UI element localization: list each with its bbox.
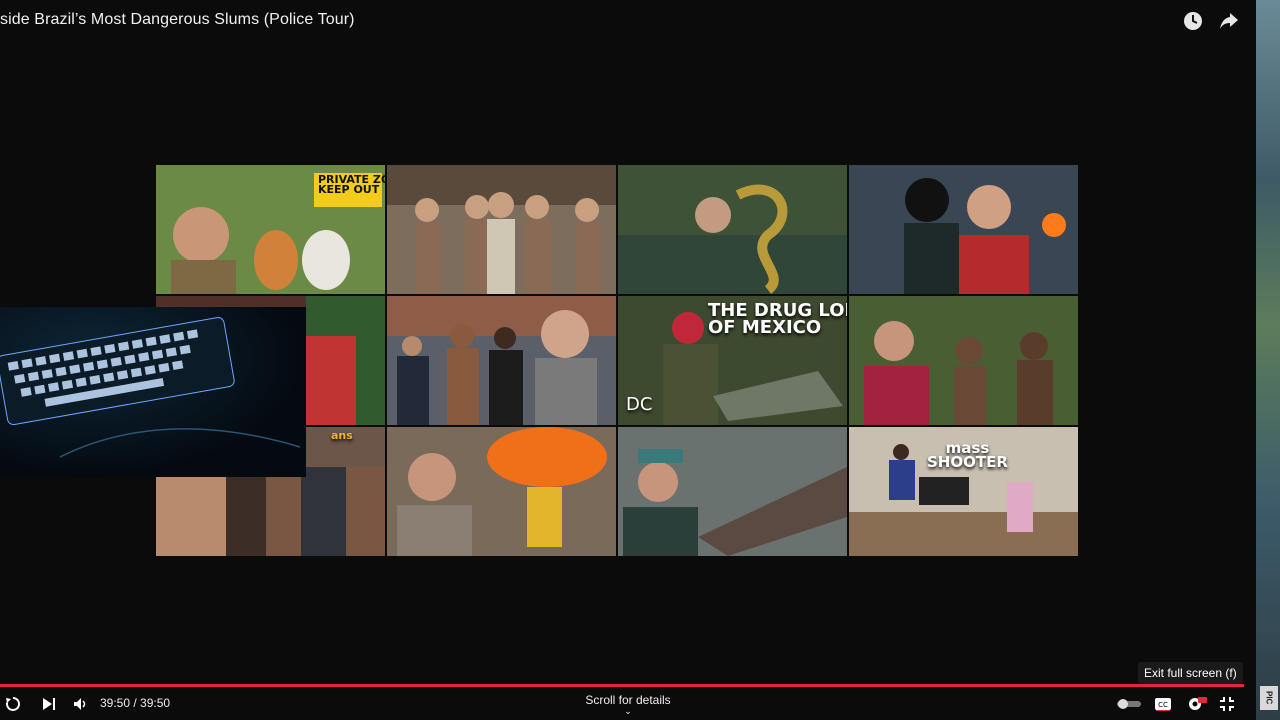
- tile-6-art: [387, 296, 616, 425]
- end-screen-video-6[interactable]: [387, 296, 616, 425]
- captions-icon[interactable]: CC: [1154, 695, 1172, 713]
- tile-7-caption: THE DRUG LORDS OF MEXICO: [708, 300, 847, 339]
- channel-badge: DC: [626, 394, 653, 415]
- exit-fullscreen-tooltip: Exit full screen (f): [1138, 662, 1243, 684]
- tile-4-art: [849, 165, 1078, 294]
- end-screen-video-11[interactable]: [618, 427, 847, 556]
- autoplay-toggle-icon[interactable]: [1116, 695, 1142, 713]
- tile-3-art: [618, 165, 847, 294]
- tile-11-art: [618, 427, 847, 556]
- end-screen-video-3[interactable]: [618, 165, 847, 294]
- pic-badge: PIC: [1260, 686, 1278, 710]
- tile-10-art: [387, 427, 616, 556]
- tile-2-art: [387, 165, 616, 294]
- end-screen-video-12[interactable]: mass SHOOTER: [849, 427, 1078, 556]
- video-title[interactable]: side Brazil’s Most Dangerous Slums (Poli…: [0, 11, 355, 29]
- end-screen-video-7[interactable]: THE DRUG LORDS OF MEXICO DC: [618, 296, 847, 425]
- tile-12-caption: mass SHOOTER: [927, 439, 1008, 472]
- chevron-down-icon: ⌄: [624, 706, 632, 716]
- exit-fullscreen-icon[interactable]: [1218, 695, 1236, 713]
- tile-1-caption: PRIVATE ZOO KEEP OUT: [318, 173, 385, 197]
- desktop-background-strip: [1256, 0, 1280, 720]
- top-actions: [1182, 10, 1240, 32]
- watch-later-icon[interactable]: [1182, 10, 1204, 32]
- svg-text:CC: CC: [1158, 701, 1168, 709]
- scroll-hint-label: Scroll for details: [585, 693, 671, 707]
- tile-8-art: [849, 296, 1078, 425]
- end-screen-video-2[interactable]: [387, 165, 616, 294]
- settings-icon[interactable]: [1186, 695, 1208, 713]
- end-screen-video-1[interactable]: PRIVATE ZOO KEEP OUT: [156, 165, 385, 294]
- keyboard-image: [0, 317, 301, 458]
- webcam-overlay: [0, 307, 306, 477]
- scroll-for-details[interactable]: Scroll for details ⌄: [0, 693, 1256, 716]
- end-screen-video-4[interactable]: [849, 165, 1078, 294]
- tile-9-caption: ans: [331, 429, 353, 442]
- end-screen-video-8[interactable]: [849, 296, 1078, 425]
- end-screen-video-10[interactable]: [387, 427, 616, 556]
- share-icon[interactable]: [1218, 10, 1240, 32]
- player-controls: 39:50 / 39:50 Scroll for details ⌄ CC: [0, 687, 1256, 720]
